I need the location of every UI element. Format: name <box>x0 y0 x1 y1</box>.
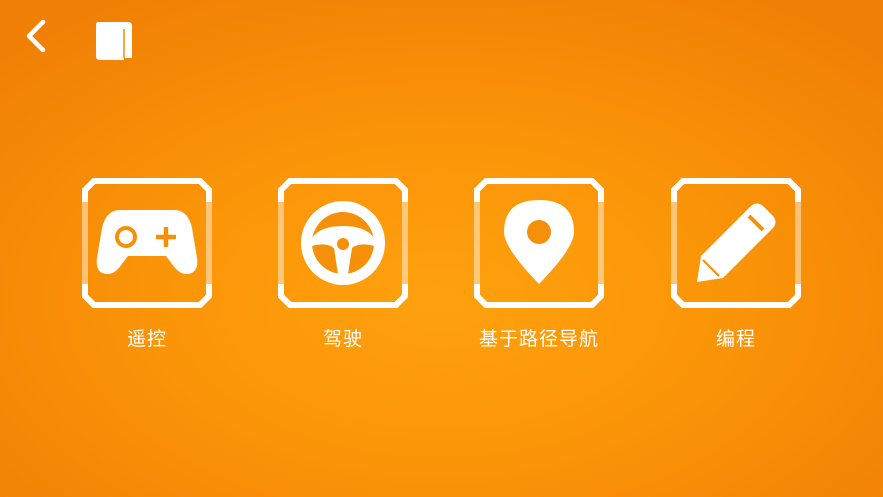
mode-card-program[interactable]: 编程 <box>669 176 803 356</box>
gamepad-icon <box>96 210 198 274</box>
mode-label: 遥控 <box>126 328 167 350</box>
map-pin-icon <box>504 200 574 284</box>
mode-label: 编程 <box>715 328 756 350</box>
mode-frame <box>671 178 801 308</box>
steering-wheel-icon <box>301 201 385 285</box>
mode-label: 基于路径导航 <box>478 328 599 350</box>
mode-frame <box>82 178 212 308</box>
mode-frame <box>474 178 604 308</box>
mode-frame <box>278 178 408 308</box>
mode-card-navigate[interactable]: 基于路径导航 <box>472 176 606 356</box>
mode-card-remote[interactable]: 遥控 <box>80 176 214 356</box>
mode-label: 驾驶 <box>322 328 363 350</box>
mode-selector: 遥控 驾驶 基于路径导航 编程 <box>0 0 883 497</box>
mode-card-drive[interactable]: 驾驶 <box>276 176 410 356</box>
pencil-icon <box>697 203 776 282</box>
